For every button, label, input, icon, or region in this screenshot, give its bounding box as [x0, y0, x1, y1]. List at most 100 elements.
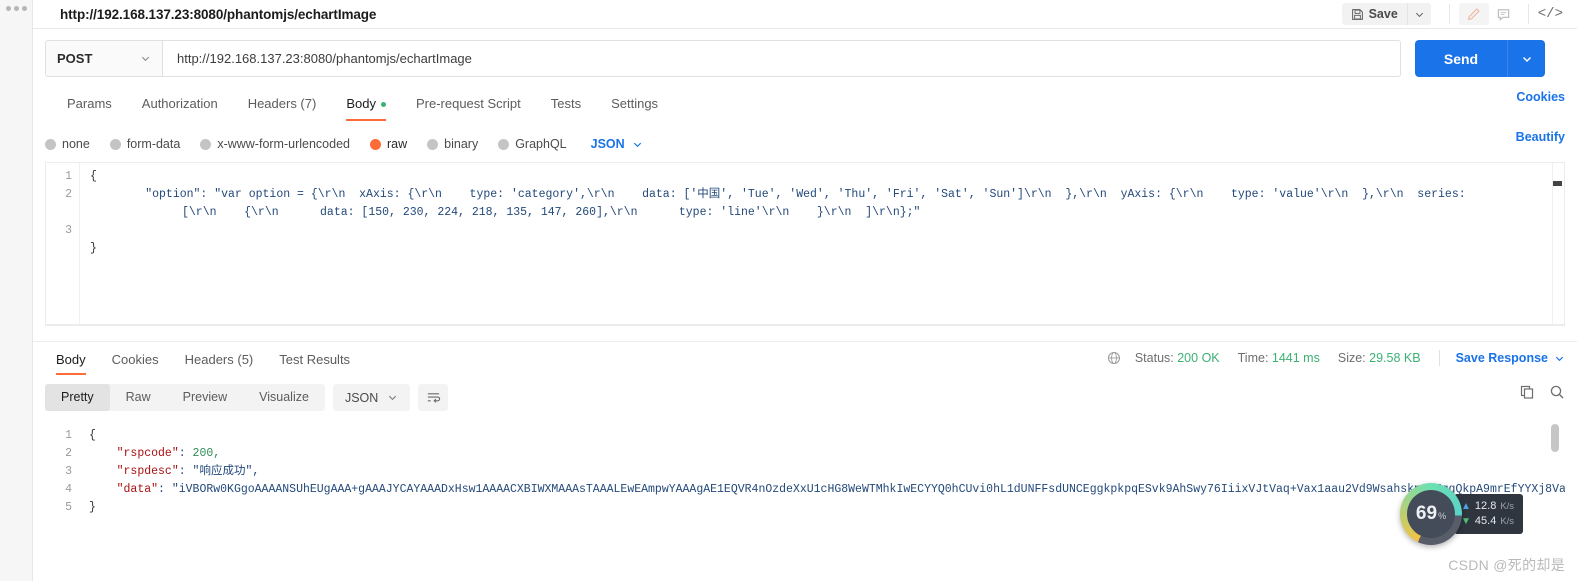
line-number: 2 — [65, 447, 72, 460]
response-tab-test-results[interactable]: Test Results — [266, 347, 363, 373]
body-modified-dot-icon — [380, 102, 386, 108]
tab-settings[interactable]: Settings — [596, 89, 673, 119]
status-label: Status: — [1134, 351, 1174, 365]
view-visualize[interactable]: Visualize — [243, 384, 325, 411]
tab-tests[interactable]: Tests — [536, 89, 596, 119]
response-body-viewer[interactable]: 1 2 3 4 5 { "rspcode": 200, "rspdesc": "… — [45, 422, 1565, 542]
network-speed-widget[interactable]: 69% ▲ 12.8 K/s ▼ 45.4 K/s — [1400, 483, 1524, 545]
request-code-line-2b: [\r\n {\r\n data: [150, 230, 224, 218, 1… — [182, 206, 921, 219]
line-number: 5 — [65, 501, 72, 514]
floppy-disk-icon — [1351, 8, 1364, 21]
status-item: Status: 200 OK — [1135, 351, 1220, 365]
body-type-graphql[interactable]: GraphQL — [498, 137, 567, 151]
body-type-none-label: none — [62, 137, 90, 151]
body-type-form-data[interactable]: form-data — [109, 137, 180, 151]
chevron-down-icon — [140, 53, 151, 64]
left-sidebar-rail — [0, 0, 33, 581]
body-type-row: none form-data x-www-form-urlencoded raw… — [45, 129, 1565, 159]
size-item: Size: 29.58 KB — [1338, 351, 1421, 365]
response-body-code[interactable]: { "rspcode": 200, "rspdesc": "响应成功", "da… — [79, 422, 1565, 542]
watermark: CSDN @死的却是 — [1448, 557, 1565, 573]
cpu-usage-ring: 69% — [1400, 483, 1462, 545]
response-val-data: "iVBORw0KGgoAAAANSUhEUgAAA+gAAAJYCAYAAAD… — [171, 483, 1565, 496]
view-preview[interactable]: Preview — [167, 384, 243, 411]
send-button[interactable]: Send — [1415, 40, 1507, 77]
view-raw[interactable]: Raw — [110, 384, 167, 411]
wrap-lines-button[interactable] — [418, 384, 449, 411]
request-code-line-1: { — [90, 170, 97, 183]
body-type-none[interactable]: none — [45, 137, 90, 151]
upload-speed-unit: K/s — [1500, 501, 1515, 512]
radio-icon-selected — [370, 138, 381, 150]
save-dropdown-button[interactable] — [1406, 3, 1431, 25]
tab-pre-request-script[interactable]: Pre-request Script — [401, 89, 536, 119]
speed-readout: ▲ 12.8 K/s ▼ 45.4 K/s — [1454, 494, 1524, 534]
request-editor-scrollbar[interactable] — [1552, 163, 1564, 324]
request-editor-scroll-thumb[interactable] — [1553, 181, 1562, 186]
chevron-down-icon — [1414, 9, 1425, 20]
request-body-editor[interactable]: 1 2 3 { "option": "var option = {\r\n xA… — [45, 162, 1565, 325]
edit-button[interactable] — [1458, 3, 1489, 25]
line-number: 4 — [65, 483, 72, 496]
response-val-rspdesc: "响应成功", — [192, 465, 260, 478]
response-scroll-thumb[interactable] — [1551, 424, 1559, 452]
comment-button[interactable] — [1489, 3, 1519, 25]
raw-format-select[interactable]: JSON — [591, 137, 643, 151]
copy-icon[interactable] — [1519, 384, 1535, 400]
response-gutter: 1 2 3 4 5 — [45, 422, 79, 542]
cookies-link[interactable]: Cookies — [1516, 90, 1565, 104]
url-row: POST http://192.168.137.23:8080/phantomj… — [45, 40, 1401, 77]
search-icon[interactable] — [1549, 384, 1565, 400]
view-pretty[interactable]: Pretty — [45, 384, 110, 411]
request-code-line-3: } — [90, 242, 97, 255]
tab-headers[interactable]: Headers (7) — [233, 89, 332, 119]
response-scrollbar[interactable] — [1551, 424, 1559, 524]
response-tab-body-label: Body — [56, 352, 86, 367]
tab-headers-label: Headers (7) — [247, 96, 317, 111]
response-tab-body[interactable]: Body — [45, 347, 99, 375]
response-tab-headers[interactable]: Headers (5) — [172, 347, 267, 373]
tab-params[interactable]: Params — [45, 89, 127, 119]
radio-icon — [498, 138, 510, 150]
topbar-actions: Save </> — [1341, 0, 1577, 29]
line-number: 1 — [65, 170, 72, 183]
save-button[interactable]: Save — [1341, 3, 1407, 25]
body-type-graphql-label: GraphQL — [515, 137, 567, 151]
beautify-link[interactable]: Beautify — [1516, 130, 1565, 144]
radio-icon — [200, 138, 212, 150]
request-body-code[interactable]: { "option": "var option = {\r\n xAxis: {… — [80, 163, 1564, 324]
pencil-icon — [1466, 7, 1481, 22]
line-number: 3 — [65, 465, 72, 478]
http-method-select[interactable]: POST — [45, 40, 163, 77]
body-type-raw-label: raw — [387, 137, 408, 151]
url-input[interactable]: http://192.168.137.23:8080/phantomjs/ech… — [163, 40, 1401, 77]
response-view-segmented: Pretty Raw Preview Visualize — [45, 384, 325, 411]
time-item: Time: 1441 ms — [1238, 351, 1320, 365]
body-type-urlencoded[interactable]: x-www-form-urlencoded — [200, 137, 350, 151]
sidebar-dots-icon[interactable] — [6, 6, 27, 11]
code-snippet-icon[interactable]: </> — [1538, 6, 1563, 22]
tab-pre-request-script-label: Pre-request Script — [415, 96, 521, 111]
time-label: Time: — [1237, 351, 1269, 365]
download-speed-unit: K/s — [1500, 516, 1515, 527]
send-dropdown-button[interactable] — [1507, 40, 1545, 77]
tab-authorization-label: Authorization — [141, 96, 218, 111]
line-number: 3 — [65, 224, 72, 237]
radio-icon — [427, 138, 439, 150]
save-response-button[interactable]: Save Response — [1456, 351, 1565, 365]
body-type-raw[interactable]: raw — [370, 137, 407, 151]
postman-window: http://192.168.137.23:8080/phantomjs/ech… — [0, 0, 1577, 581]
tab-body[interactable]: Body — [331, 89, 401, 121]
active-tab-title[interactable]: http://192.168.137.23:8080/phantomjs/ech… — [60, 7, 376, 22]
body-type-binary[interactable]: binary — [427, 137, 478, 151]
size-label: Size: — [1337, 351, 1366, 365]
response-pane: Body Cookies Headers (5) Test Results St… — [33, 341, 1577, 581]
upload-speed-row: ▲ 12.8 K/s — [1461, 499, 1514, 514]
response-format-select[interactable]: JSON — [332, 384, 411, 411]
tab-authorization[interactable]: Authorization — [127, 89, 233, 119]
response-tab-cookies[interactable]: Cookies — [99, 347, 172, 373]
usage-percent-unit: % — [1438, 511, 1447, 521]
download-speed-row: ▼ 45.4 K/s — [1461, 514, 1514, 529]
usage-percent: 69% — [1416, 503, 1446, 525]
chevron-down-icon — [1521, 53, 1533, 65]
